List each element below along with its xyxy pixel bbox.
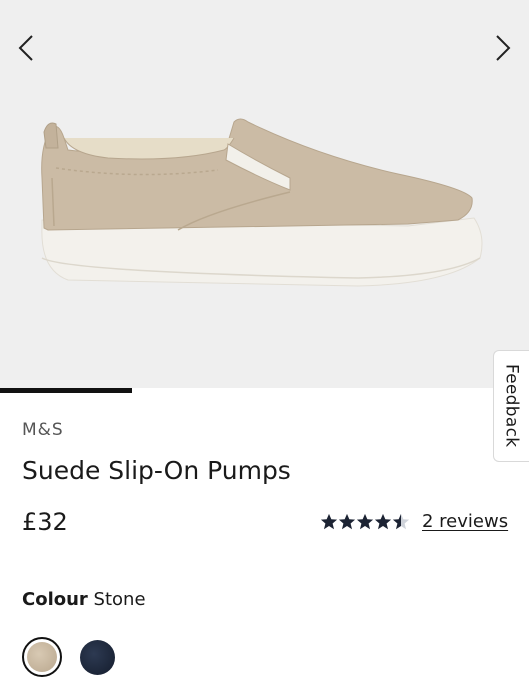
feedback-tab[interactable]: Feedback: [493, 350, 529, 462]
product-rating: 2 reviews: [320, 511, 508, 532]
colour-selection-label: Colour Stone: [22, 589, 146, 610]
swatch-stone-fill: [27, 642, 57, 672]
star-icon: [392, 513, 410, 529]
product-price: £32: [22, 508, 68, 536]
gallery-progress-fill: [0, 388, 133, 393]
feedback-label: Feedback: [501, 364, 522, 448]
colour-swatch-stone[interactable]: [22, 637, 62, 677]
gallery-progress-bar: [0, 388, 529, 393]
product-brand: M&S: [22, 420, 64, 440]
product-image: [28, 108, 498, 298]
chevron-left-icon: [18, 35, 33, 61]
reviews-link[interactable]: 2 reviews: [422, 511, 508, 532]
next-image-button[interactable]: [489, 30, 517, 66]
product-image-gallery[interactable]: [0, 0, 529, 388]
star-icon: [320, 513, 338, 529]
chevron-right-icon: [496, 35, 511, 61]
star-icon: [374, 513, 392, 529]
previous-image-button[interactable]: [12, 30, 40, 66]
selected-colour-value: Stone: [93, 589, 146, 610]
rating-stars: [320, 513, 410, 531]
star-icon: [356, 513, 374, 529]
colour-swatch-navy[interactable]: [80, 640, 115, 675]
colour-label: Colour: [22, 589, 88, 610]
star-icon: [338, 513, 356, 529]
product-title: Suede Slip-On Pumps: [22, 456, 291, 485]
